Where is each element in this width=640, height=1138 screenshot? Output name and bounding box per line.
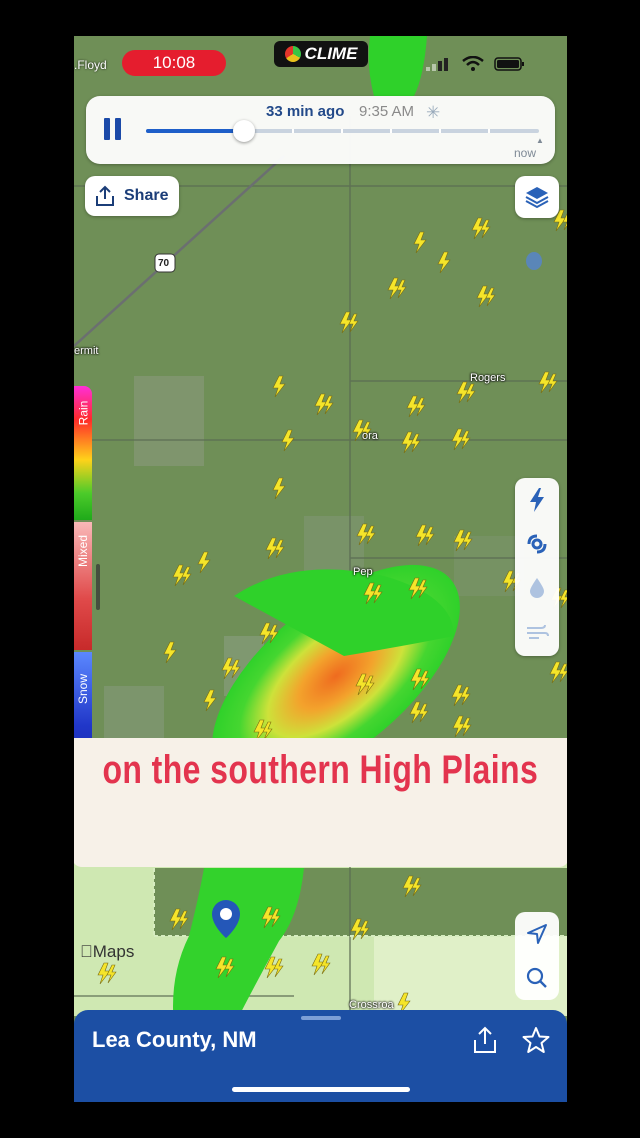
hurricane-icon [527,534,547,554]
legend-snow-label: Snow [76,673,90,705]
battery-icon [494,57,524,71]
wifi-icon [462,56,484,71]
maps-attribution: Maps [80,942,134,961]
share-button[interactable]: Share [85,176,179,216]
location-arrow-icon [527,924,547,944]
radar-timeline-panel: 33 min ago 9:35 AM ✳ ▲ now [86,96,555,164]
precipitation-drop-icon [530,578,544,598]
lightning-layer-button[interactable] [515,478,559,522]
loading-spinner-icon: ✳ [426,103,441,122]
search-icon [526,967,547,988]
legend-mixed-label: Mixed [76,534,91,568]
favorite-button[interactable] [522,1026,550,1059]
share-icon [474,1026,496,1053]
map-navigation-controls [515,912,559,1000]
pause-icon [104,118,110,140]
sheet-grabber[interactable] [301,1016,341,1020]
time-ago-label: 33 min ago [266,103,345,120]
legend-rain-label: Rain [76,400,90,426]
cellular-signal-icon [426,58,448,71]
my-location-button[interactable] [515,912,559,956]
clime-logo-mark-icon [284,46,301,62]
now-label: now [514,146,537,160]
hurricane-layer-button[interactable] [515,522,559,566]
star-icon [522,1027,550,1053]
share-label: Share [124,187,169,204]
share-location-button[interactable] [472,1026,498,1059]
search-button[interactable] [515,956,559,1000]
location-sheet[interactable]: Lea County, NM [74,1010,567,1102]
location-title: Lea County, NM [92,1027,257,1052]
back-to-app-label[interactable]: .Floyd [74,58,107,72]
caption-text: on the southern High Plains [102,747,538,792]
legend-drag-handle[interactable] [96,564,100,610]
caption-banner: on the southern High Plains [74,738,567,802]
place-label: ora [362,430,378,442]
status-time-pill: 10:08 [122,50,226,76]
apple-logo-icon:  [80,942,93,961]
share-icon [96,185,114,206]
wind-icon [527,624,549,639]
clime-logo: CLIME [274,41,368,67]
place-label: Pep [353,566,373,578]
pause-button[interactable] [104,118,126,142]
place-label: Rogers [470,372,506,384]
timeline-progress-fill [146,129,245,133]
layers-button[interactable] [515,176,559,218]
now-caret-icon: ▲ [536,136,544,145]
route-shield-label: 70 [158,258,170,269]
place-label: ermit [74,345,99,357]
layer-controls [515,478,559,656]
status-icons [426,56,526,72]
lightning-icon [530,488,544,512]
wind-layer-button[interactable] [515,610,559,654]
app-screen: ermit Rogers ora Pep Crossroa 70 .Floyd … [74,36,567,1102]
timeline-slider-thumb[interactable] [233,120,255,142]
timestamp-label: 9:35 AM [359,103,415,120]
home-indicator[interactable] [232,1087,410,1092]
precipitation-legend: Rain Mixed Snow [74,386,92,776]
precipitation-layer-button[interactable] [515,566,559,610]
layers-icon [525,187,549,209]
